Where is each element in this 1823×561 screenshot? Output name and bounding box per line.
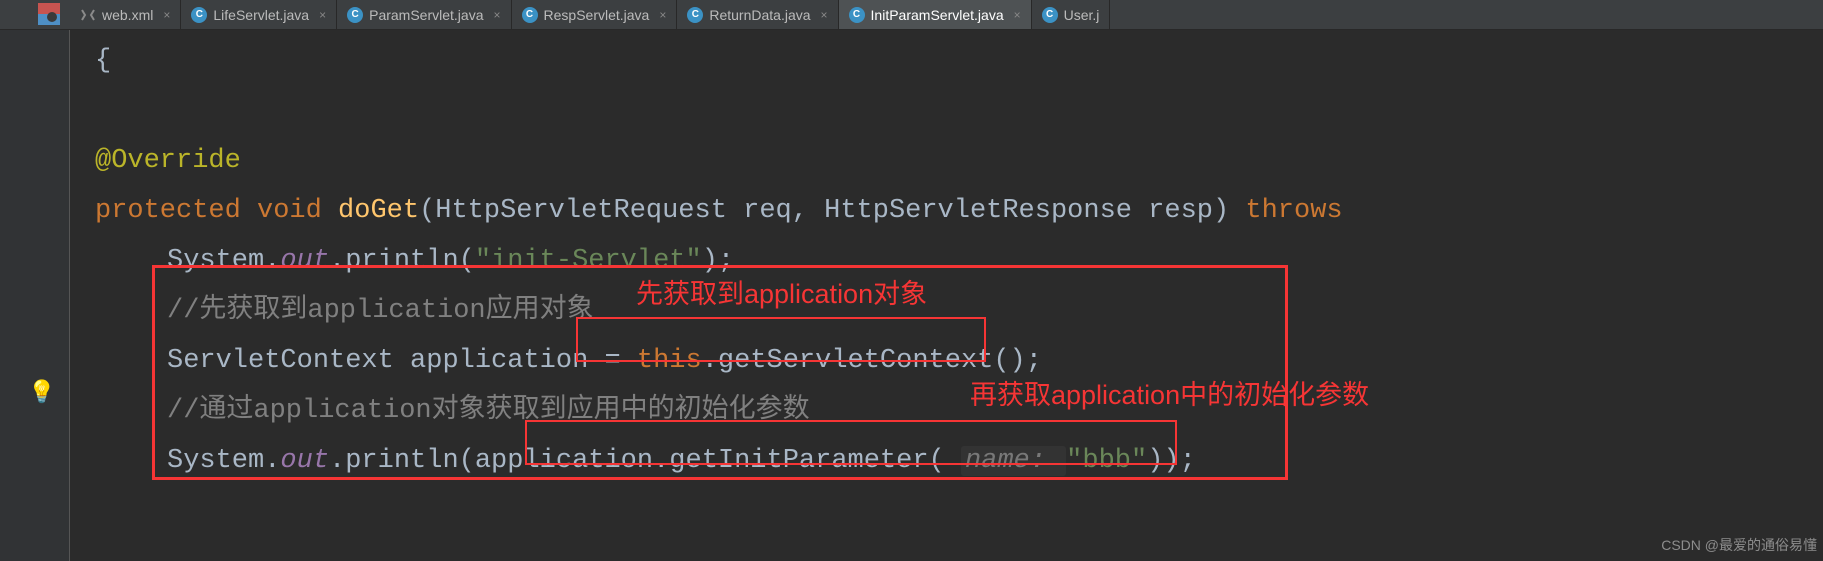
- xml-file-icon: [80, 7, 96, 23]
- tab-param-servlet[interactable]: C ParamServlet.java ×: [337, 0, 511, 29]
- code-text: .: [329, 446, 345, 476]
- close-icon[interactable]: ×: [821, 8, 828, 22]
- code-text: println: [345, 246, 458, 276]
- tab-label: web.xml: [102, 7, 153, 23]
- tab-label: LifeServlet.java: [213, 7, 309, 23]
- java-class-icon: C: [522, 7, 538, 23]
- kw-void: void: [257, 196, 322, 226]
- code-line: {: [95, 36, 1823, 86]
- code-line-blank: [95, 86, 1823, 136]
- string-literal: "bbb": [1066, 446, 1147, 476]
- code-text: .: [329, 246, 345, 276]
- code-text: .: [264, 246, 280, 276]
- code-line: System.out.println("init-Servlet");: [95, 236, 1823, 286]
- code-text: (: [459, 446, 475, 476]
- tab-label: User.j: [1064, 7, 1100, 23]
- static-out: out: [280, 246, 329, 276]
- method-params: (HttpServletRequest req, HttpServletResp…: [419, 196, 1245, 226]
- tab-return-data[interactable]: C ReturnData.java ×: [677, 0, 838, 29]
- close-icon[interactable]: ×: [659, 8, 666, 22]
- code-text: System: [167, 446, 264, 476]
- code-text: ): [702, 246, 718, 276]
- code-text: (: [459, 246, 475, 276]
- code-line: System.out.println(application.getInitPa…: [95, 436, 1823, 486]
- method-doget: doGet: [338, 196, 419, 226]
- code-editor[interactable]: { @Override protected void doGet(HttpSer…: [0, 30, 1823, 486]
- code-text: System: [167, 246, 264, 276]
- string-literal: "init-Servlet": [475, 246, 702, 276]
- tab-bar: web.xml × C LifeServlet.java × C ParamSe…: [0, 0, 1823, 30]
- code-line: ServletContext application = this.getSer…: [95, 336, 1823, 386]
- code-text: println: [345, 446, 458, 476]
- kw-protected: protected: [95, 196, 241, 226]
- code-line-comment: //先获取到application应用对象: [95, 286, 1823, 336]
- tab-web-xml[interactable]: web.xml ×: [70, 0, 181, 29]
- kw-this: this: [637, 346, 702, 376]
- code-text: application.getInitParameter(: [475, 446, 961, 476]
- close-icon[interactable]: ×: [319, 8, 326, 22]
- java-class-icon: C: [191, 7, 207, 23]
- code-text: ServletContext application =: [167, 346, 637, 376]
- close-icon[interactable]: ×: [1014, 8, 1021, 22]
- param-hint-name: name:: [961, 446, 1066, 476]
- tab-user[interactable]: C User.j: [1032, 0, 1111, 29]
- tab-label: ReturnData.java: [709, 7, 810, 23]
- code-line: protected void doGet(HttpServletRequest …: [95, 186, 1823, 236]
- java-class-icon: C: [849, 7, 865, 23]
- code-line: @Override: [95, 136, 1823, 186]
- code-text: ;: [718, 246, 734, 276]
- code-text: ));: [1147, 446, 1196, 476]
- java-class-icon: C: [347, 7, 363, 23]
- tab-init-param-servlet[interactable]: C InitParamServlet.java ×: [839, 0, 1032, 29]
- tab-label: ParamServlet.java: [369, 7, 483, 23]
- close-icon[interactable]: ×: [494, 8, 501, 22]
- brace-open: {: [95, 46, 111, 76]
- code-text: .: [264, 446, 280, 476]
- tab-life-servlet[interactable]: C LifeServlet.java ×: [181, 0, 337, 29]
- watermark-text: CSDN @最爱的通俗易懂: [1661, 535, 1817, 555]
- tab-resp-servlet[interactable]: C RespServlet.java ×: [512, 0, 678, 29]
- static-out: out: [280, 446, 329, 476]
- tab-label: InitParamServlet.java: [871, 7, 1004, 23]
- ide-corner-icon: [38, 3, 60, 25]
- comment-text: //先获取到application应用对象: [167, 296, 594, 326]
- comment-text: //通过application对象获取到应用中的初始化参数: [167, 396, 810, 426]
- java-class-icon: C: [1042, 7, 1058, 23]
- code-text: .getServletContext();: [702, 346, 1042, 376]
- java-class-icon: C: [687, 7, 703, 23]
- tab-label: RespServlet.java: [544, 7, 650, 23]
- kw-throws: throws: [1245, 196, 1342, 226]
- code-line-comment: //通过application对象获取到应用中的初始化参数: [95, 386, 1823, 436]
- close-icon[interactable]: ×: [163, 8, 170, 22]
- annotation-override: @Override: [95, 146, 241, 176]
